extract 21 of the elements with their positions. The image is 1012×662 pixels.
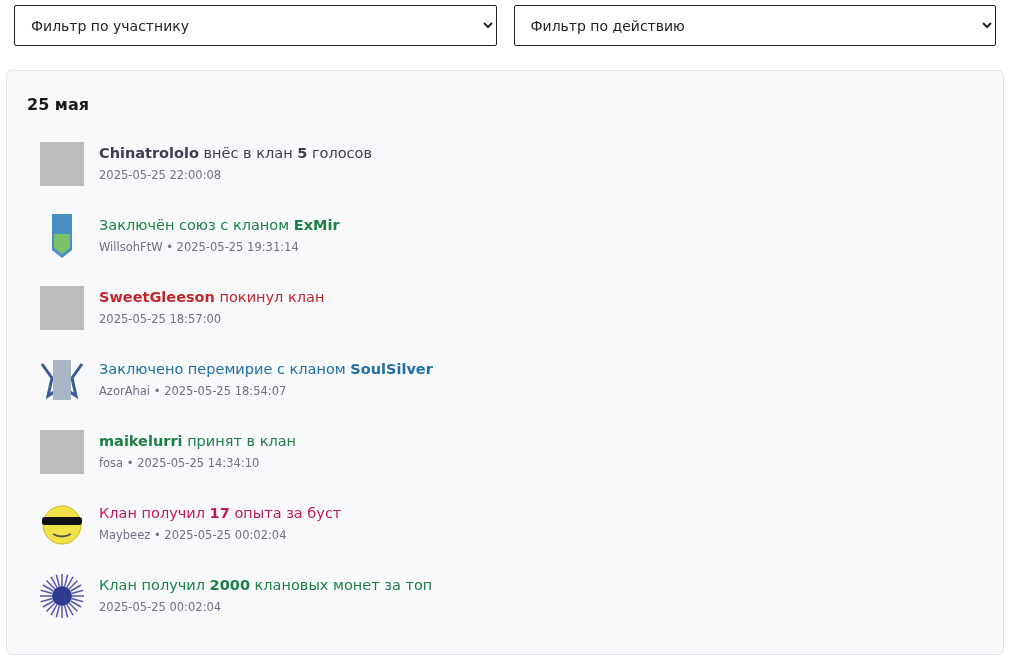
- globe-icon: [38, 572, 86, 620]
- log-meta: fosa • 2025-05-25 14:34:10: [99, 456, 260, 470]
- log-meta: 2025-05-25 22:00:08: [99, 168, 222, 182]
- log-message: Заключён союз с кланом ExMir: [99, 216, 340, 235]
- log-message: Chinatrololo внёс в клан 5 голосов: [99, 144, 372, 163]
- log-meta: WillsohFtW • 2025-05-25 19:31:14: [99, 240, 299, 254]
- avatar-placeholder: [38, 284, 86, 332]
- date-heading: 25 мая: [27, 95, 89, 114]
- log-message: Заключено перемирие с кланом SoulSilver: [99, 360, 433, 379]
- log-message: SweetGleeson покинул клан: [99, 288, 325, 307]
- avatar-placeholder: [38, 428, 86, 476]
- log-meta: 2025-05-25 18:57:00: [99, 312, 222, 326]
- filter-dropdown[interactable]: Фильтр по действию: [513, 5, 996, 46]
- log-message: maikelurri принят в клан: [99, 432, 297, 451]
- log-message: Клан получил 2000 клановых монет за топ: [99, 576, 433, 595]
- avatar-placeholder: [38, 140, 86, 188]
- log-meta: AzorAhai • 2025-05-25 18:54:07: [99, 384, 287, 398]
- log-message: Клан получил 17 опыта за буст: [99, 504, 342, 523]
- filter-dropdown[interactable]: Фильтр по участнику: [14, 5, 497, 46]
- log-meta: Maybeez • 2025-05-25 00:02:04: [99, 528, 287, 542]
- log-meta: 2025-05-25 00:02:04: [99, 600, 222, 614]
